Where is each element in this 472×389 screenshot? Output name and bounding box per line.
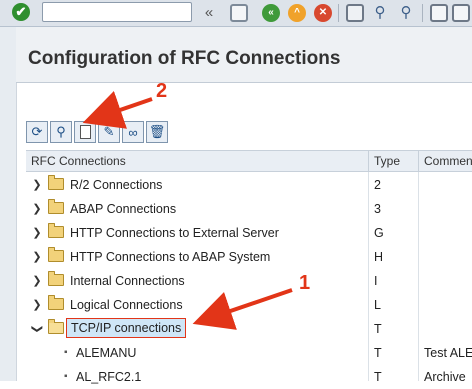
tree-node-logical[interactable]: ❯ Logical Connections L (26, 293, 472, 317)
leaf-comment: Test ALE (424, 346, 472, 360)
leaf-type: T (374, 346, 382, 360)
expand-arrow-icon[interactable]: ❯ (32, 178, 42, 192)
node-type: H (374, 250, 384, 264)
folder-icon (48, 199, 64, 214)
expand-arrow-icon[interactable]: ❯ (32, 202, 42, 216)
node-label-selected: TCP/IP connections (66, 318, 187, 338)
folder-icon (48, 223, 64, 238)
leaf-bullet-icon: ▪ (64, 371, 68, 382)
leaf-comment: Archive (424, 370, 466, 384)
header-rfc-connections[interactable]: RFC Connections (26, 151, 368, 172)
tree-node-internal[interactable]: ❯ Internal Connections I (26, 269, 472, 293)
node-label: HTTP Connections to External Server (70, 226, 279, 240)
node-label: ABAP Connections (70, 202, 177, 216)
expand-arrow-icon[interactable]: ❯ (32, 274, 42, 288)
folder-icon (48, 175, 64, 190)
tree-node-tcpip[interactable]: ❯ TCP/IP connections T (26, 317, 472, 341)
collapse-arrow-icon[interactable]: ❯ (30, 324, 44, 334)
leaf-label: ALEMANU (76, 346, 137, 360)
callout-number-2: 2 (156, 80, 168, 102)
header-type[interactable]: Type (369, 151, 419, 172)
expand-arrow-icon[interactable]: ❯ (32, 250, 42, 264)
rfc-connections-tree: RFC Connections Type Comment ❯ R/2 Conne… (26, 150, 472, 384)
arrow-to-create-button (82, 90, 153, 129)
expand-arrow-icon[interactable]: ❯ (32, 226, 42, 240)
node-label: R/2 Connections (70, 178, 163, 192)
folder-icon (48, 247, 64, 262)
tree-node-r2-connections[interactable]: ❯ R/2 Connections 2 (26, 173, 472, 197)
node-type: I (374, 274, 378, 288)
tree-node-http-abap[interactable]: ❯ HTTP Connections to ABAP System H (26, 245, 472, 269)
node-label: Logical Connections (70, 298, 183, 312)
open-folder-icon (48, 319, 64, 334)
node-type: 2 (374, 178, 381, 192)
node-type: 3 (374, 202, 381, 216)
grid-header: RFC Connections Type Comment (26, 150, 472, 172)
tree-node-http-external[interactable]: ❯ HTTP Connections to External Server G (26, 221, 472, 245)
tree-leaf-alemanu[interactable]: ▪ ALEMANU T Test ALE (26, 341, 472, 365)
tree-leaf-al-rfc2-1[interactable]: ▪ AL_RFC2.1 T Archive (26, 365, 472, 389)
node-label: Internal Connections (70, 274, 185, 288)
folder-icon (48, 295, 64, 310)
node-type: L (374, 298, 381, 312)
leaf-type: T (374, 370, 382, 384)
leaf-label: AL_RFC2.1 (76, 370, 142, 384)
node-type: G (374, 226, 384, 240)
header-comment[interactable]: Comment (419, 151, 472, 172)
folder-icon (48, 271, 64, 286)
leaf-bullet-icon: ▪ (64, 347, 68, 358)
node-label: HTTP Connections to ABAP System (70, 250, 271, 264)
node-type: T (374, 322, 382, 336)
expand-arrow-icon[interactable]: ❯ (32, 298, 42, 312)
tree-node-abap-connections[interactable]: ❯ ABAP Connections 3 (26, 197, 472, 221)
